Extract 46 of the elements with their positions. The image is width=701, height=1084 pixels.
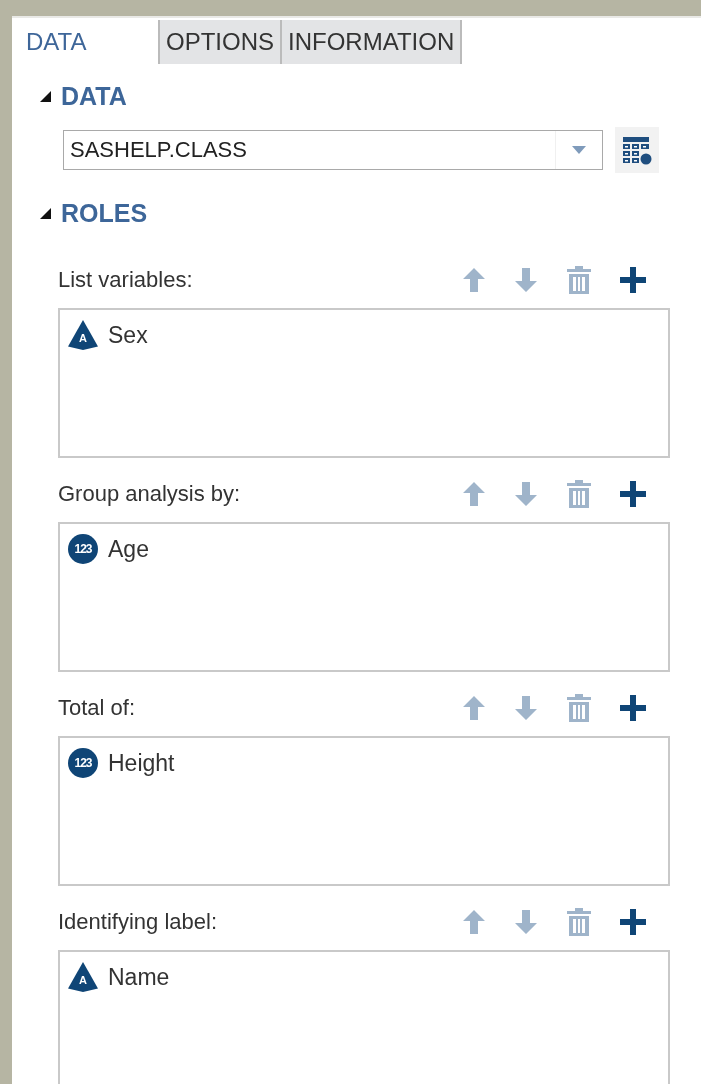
variable-type-icon: 123 (68, 748, 98, 778)
variable-name[interactable]: Age (108, 535, 149, 563)
add-button[interactable] (620, 481, 646, 507)
up-arrow-icon (462, 481, 486, 507)
collapse-icon[interactable] (40, 91, 51, 102)
trash-icon (566, 265, 592, 295)
plus-icon (620, 695, 646, 721)
variable-list[interactable]: A Name (58, 950, 670, 1084)
plus-icon (620, 267, 646, 293)
up-arrow-icon (462, 695, 486, 721)
variable-list[interactable]: 123 Height (58, 736, 670, 886)
variable-name[interactable]: Height (108, 749, 175, 777)
tab[interactable]: OPTIONS (158, 20, 280, 64)
caret-icon (572, 146, 586, 154)
trash-icon (566, 907, 592, 937)
section-title: ROLES (61, 199, 148, 228)
collapse-icon[interactable] (40, 208, 51, 219)
add-button[interactable] (620, 909, 646, 935)
section-title: DATA (61, 82, 127, 111)
plus-icon (620, 481, 646, 507)
tab[interactable]: INFORMATION (280, 20, 463, 64)
variable-type-icon: A (68, 320, 98, 350)
trash-icon (566, 479, 592, 509)
variable-type-icon: 123 (68, 534, 98, 564)
role-label: Identifying label: (58, 909, 217, 935)
variable-name[interactable]: Name (108, 963, 170, 991)
role-label: Group analysis by: (58, 481, 241, 507)
dataset-dropdown[interactable]: SASHELP.CLASS (63, 130, 603, 170)
down-arrow-icon (514, 695, 538, 721)
plus-icon (620, 909, 646, 935)
up-arrow-icon (462, 909, 486, 935)
down-arrow-icon (514, 909, 538, 935)
add-button[interactable] (620, 695, 646, 721)
variable-list[interactable]: A Sex (58, 308, 670, 458)
up-arrow-icon (462, 267, 486, 293)
table-icon (622, 135, 652, 165)
variable-name[interactable]: Sex (108, 321, 148, 349)
role-label: Total of: (58, 695, 136, 721)
variable-list[interactable]: 123 Age (58, 522, 670, 672)
down-arrow-icon (514, 481, 538, 507)
trash-icon (566, 693, 592, 723)
add-button[interactable] (620, 267, 646, 293)
table-select-button[interactable] (615, 127, 659, 173)
down-arrow-icon (514, 267, 538, 293)
variable-type-icon: A (68, 962, 98, 992)
role-label: List variables: (58, 267, 193, 293)
